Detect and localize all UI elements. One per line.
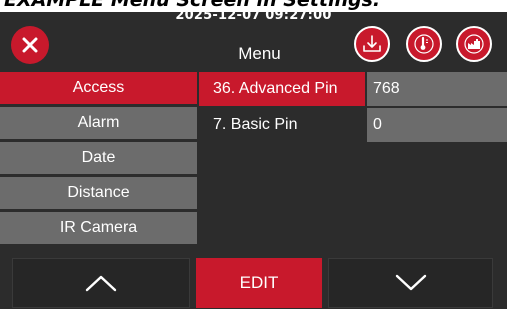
close-icon <box>22 37 38 53</box>
setting-row-advanced-pin[interactable]: 36. Advanced Pin 768 <box>199 72 507 106</box>
download-button[interactable] <box>354 26 390 62</box>
sidebar: Access Alarm Date Distance IR Camera <box>0 72 197 247</box>
sidebar-item-access[interactable]: Access <box>0 72 197 104</box>
sidebar-item-label: Access <box>72 79 125 96</box>
edit-button[interactable]: EDIT <box>196 258 322 308</box>
sidebar-item-ir-camera[interactable]: IR Camera <box>0 212 197 244</box>
scroll-down-button[interactable] <box>328 258 493 308</box>
sidebar-item-distance[interactable]: Distance <box>0 177 197 209</box>
footer-toolbar: EDIT <box>0 256 507 309</box>
setting-row-basic-pin[interactable]: 7. Basic Pin 0 <box>199 108 507 142</box>
sidebar-item-label: Distance <box>67 184 130 201</box>
close-button[interactable] <box>11 26 49 64</box>
figure-caption: EXAMPLE Menu Screen in Settings. <box>0 0 507 12</box>
sidebar-item-label: Alarm <box>77 114 120 131</box>
setting-value: 0 <box>367 108 507 142</box>
sidebar-item-alarm[interactable]: Alarm <box>0 107 197 139</box>
chevron-up-icon <box>85 275 117 292</box>
setting-value: 768 <box>367 72 507 106</box>
setting-label: 36. Advanced Pin <box>199 72 365 106</box>
download-icon <box>363 35 381 52</box>
sidebar-item-label: IR Camera <box>59 219 138 236</box>
temperature-button[interactable] <box>406 26 442 62</box>
factory-reset-button[interactable] <box>456 26 492 62</box>
setting-label: 7. Basic Pin <box>199 108 365 142</box>
settings-list: 36. Advanced Pin 768 7. Basic Pin 0 <box>199 72 507 144</box>
sidebar-item-label: Date <box>81 149 116 166</box>
device-screen: 2025-12-07 09:27:00 Menu Access Alarm Da… <box>0 0 507 309</box>
chevron-down-icon <box>395 274 426 291</box>
scroll-up-button[interactable] <box>12 258 190 308</box>
thermometer-icon <box>414 34 434 54</box>
factory-reset-icon <box>464 34 484 54</box>
sidebar-item-date[interactable]: Date <box>0 142 197 174</box>
